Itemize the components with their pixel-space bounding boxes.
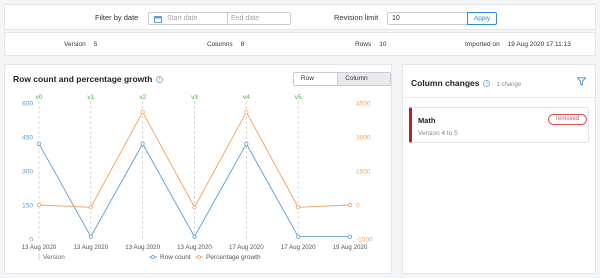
version-marker-label: v5 <box>295 94 302 101</box>
column-changes-title: Column changes i 1 change <box>411 78 522 88</box>
change-count: 1 change <box>496 82 522 88</box>
start-date-field[interactable]: Start date <box>167 15 197 22</box>
x-tick-label: 17 Aug 2020 <box>281 244 316 251</box>
rows-info: Rows 10 <box>355 41 387 48</box>
row-count-point <box>192 234 197 239</box>
columns-info: Columns 8 <box>207 41 245 48</box>
percentage-growth-point <box>192 205 197 210</box>
y-right-tick-label: 0 <box>356 203 360 210</box>
x-tick-label: 13 Aug 2020 <box>22 244 57 251</box>
status-badge: removed <box>548 114 588 125</box>
x-tick-label: 13 Aug 2020 <box>177 244 212 251</box>
column-name: Math <box>418 116 436 125</box>
y-right-tick-label: 3000 <box>356 135 371 142</box>
y-left-tick-label: 300 <box>22 169 33 176</box>
x-tick-label: 19 Aug 2020 <box>333 244 368 251</box>
row-count-point <box>347 234 353 239</box>
filter-icon[interactable] <box>577 77 586 86</box>
row-count-point <box>296 234 301 239</box>
version-marker-label: v1 <box>87 94 94 101</box>
version-marker-label: v2 <box>139 94 146 101</box>
percentage-growth-point <box>36 202 42 208</box>
version-info: Version 5 <box>64 41 98 48</box>
calendar-icon <box>154 15 162 23</box>
end-date-field[interactable]: End date <box>231 15 259 22</box>
y-right-tick-label: 1500 <box>356 169 371 176</box>
info-icon[interactable]: i <box>156 76 164 84</box>
percentage-growth-point <box>140 109 145 115</box>
row-count-point <box>140 141 145 146</box>
percentage-growth-point <box>347 202 353 208</box>
percentage-growth-point <box>296 205 301 210</box>
divider <box>403 97 595 98</box>
row-count-chart-panel: Row count and percentage growthi Row cou… <box>4 64 392 274</box>
chart-panel-title: Row count and percentage growth i <box>13 74 164 84</box>
imported-info: Imported on 19 Aug 2020 17:11:13 <box>465 41 571 48</box>
x-tick-label: 17 Aug 2020 <box>229 244 264 251</box>
version-info-bar: Version 5 Columns 8 Rows 10 Imported on 19 A… <box>4 32 596 56</box>
legend-row-count-label: Row count <box>160 254 191 261</box>
percentage-growth-point <box>244 109 249 115</box>
percentage-growth-point <box>88 205 93 210</box>
legend-growth-marker <box>197 255 201 259</box>
y-right-tick-label: -1500 <box>356 237 373 244</box>
chart-view-toggle: Row count Column types <box>293 72 391 86</box>
y-left-tick-label: 150 <box>22 203 33 210</box>
x-tick-label: 13 Aug 2020 <box>125 244 160 251</box>
row-count-point <box>36 141 42 146</box>
filter-bar: Filter by date Start date End date Revis… <box>4 4 596 30</box>
y-left-tick-label: 0 <box>29 237 33 244</box>
column-changes-panel: Column changes i 1 change Math Version 4 t… <box>402 64 596 274</box>
legend-row-count-marker <box>151 255 155 259</box>
toggle-row-count[interactable]: Row count <box>294 73 338 85</box>
y-left-tick-label: 450 <box>22 135 33 142</box>
date-separator <box>227 13 228 24</box>
version-marker-label: v4 <box>243 94 250 101</box>
filter-by-date-label: Filter by date <box>95 13 139 22</box>
version-marker-label: v3 <box>191 94 198 101</box>
apply-button[interactable]: Apply <box>467 12 497 25</box>
info-icon[interactable]: i <box>483 80 491 88</box>
date-range-input[interactable]: Start date End date <box>148 12 291 25</box>
row-count-point <box>244 141 249 146</box>
column-change-card[interactable]: Math Version 4 to 5 removed <box>409 107 589 143</box>
x-axis-label: Version <box>43 254 65 261</box>
revision-limit-input[interactable]: 10 <box>387 12 467 25</box>
change-versions: Version 4 to 5 <box>418 130 458 137</box>
row-count-chart: 0 150 300 450 600 -1500 0 1500 3000 4500 v0 v1 v2 v3 v… <box>22 94 373 261</box>
version-marker-label: v0 <box>36 94 43 101</box>
y-right-tick-label: 4500 <box>356 101 371 108</box>
legend-growth-label: Percentage growth <box>206 254 261 261</box>
x-tick-label: 13 Aug 2020 <box>73 244 108 251</box>
y-left-tick-label: 600 <box>22 101 33 108</box>
row-count-point <box>88 234 93 239</box>
toggle-column-types[interactable]: Column types <box>337 73 390 85</box>
revision-limit-label: Revision limit <box>334 13 379 22</box>
